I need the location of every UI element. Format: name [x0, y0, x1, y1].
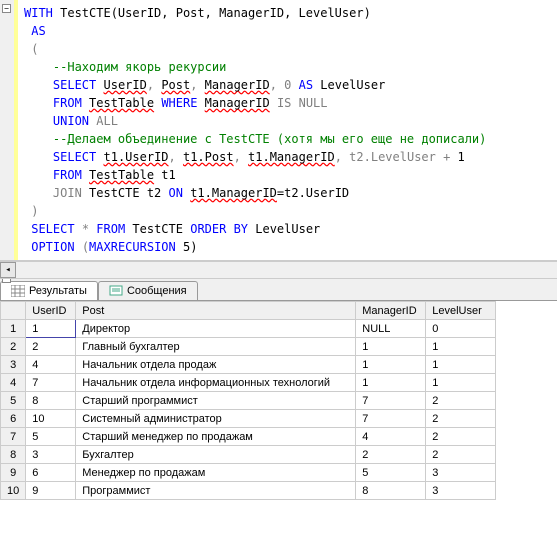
row-number[interactable]: 1	[1, 320, 26, 338]
cell-leveluser[interactable]: 1	[426, 338, 496, 356]
row-number[interactable]: 4	[1, 374, 26, 392]
cell-managerid[interactable]: 8	[356, 482, 426, 500]
cell-managerid[interactable]: 1	[356, 374, 426, 392]
row-number[interactable]: 6	[1, 410, 26, 428]
cell-userid[interactable]: 7	[26, 374, 76, 392]
tab-results[interactable]: Результаты	[0, 281, 98, 300]
cell-managerid[interactable]: 4	[356, 428, 426, 446]
table-row[interactable]: 610Системный администратор72	[1, 410, 496, 428]
cell-leveluser[interactable]: 2	[426, 446, 496, 464]
scroll-left-button[interactable]: ◂	[0, 262, 16, 278]
cell-leveluser[interactable]: 0	[426, 320, 496, 338]
header-row: UserID Post ManagerID LevelUser	[1, 302, 496, 320]
table-row[interactable]: 47Начальник отдела информационных технол…	[1, 374, 496, 392]
tab-label: Сообщения	[127, 285, 187, 297]
cell-leveluser[interactable]: 2	[426, 428, 496, 446]
results-grid[interactable]: UserID Post ManagerID LevelUser 11Директ…	[0, 301, 496, 500]
cell-post[interactable]: Менеджер по продажам	[76, 464, 356, 482]
cell-managerid[interactable]: 5	[356, 464, 426, 482]
col-header-userid[interactable]: UserID	[26, 302, 76, 320]
table-row[interactable]: 58Старший программист72	[1, 392, 496, 410]
col-header-leveluser[interactable]: LevelUser	[426, 302, 496, 320]
sql-editor[interactable]: − − WITH TestCTE(UserID, Post, ManagerID…	[0, 0, 557, 261]
tab-label: Результаты	[29, 285, 87, 297]
cell-post[interactable]: Директор	[76, 320, 356, 338]
cell-post[interactable]: Начальник отдела продаж	[76, 356, 356, 374]
cell-userid[interactable]: 3	[26, 446, 76, 464]
cell-userid[interactable]: 4	[26, 356, 76, 374]
cell-leveluser[interactable]: 1	[426, 374, 496, 392]
cell-userid[interactable]: 9	[26, 482, 76, 500]
cell-userid[interactable]: 1	[26, 320, 76, 338]
cell-post[interactable]: Начальник отдела информационных технолог…	[76, 374, 356, 392]
table-row[interactable]: 83Бухгалтер22	[1, 446, 496, 464]
results-tabstrip: Результаты Сообщения	[0, 279, 557, 301]
row-number[interactable]: 3	[1, 356, 26, 374]
cell-userid[interactable]: 5	[26, 428, 76, 446]
cell-post[interactable]: Бухгалтер	[76, 446, 356, 464]
cell-managerid[interactable]: 1	[356, 356, 426, 374]
cell-managerid[interactable]: 7	[356, 410, 426, 428]
cell-post[interactable]: Главный бухгалтер	[76, 338, 356, 356]
cell-leveluser[interactable]: 3	[426, 464, 496, 482]
code-area[interactable]: WITH TestCTE(UserID, Post, ManagerID, Le…	[18, 0, 492, 260]
tab-messages[interactable]: Сообщения	[98, 281, 198, 300]
col-header-post[interactable]: Post	[76, 302, 356, 320]
cell-managerid[interactable]: 7	[356, 392, 426, 410]
cell-post[interactable]: Старший менеджер по продажам	[76, 428, 356, 446]
fold-gutter: − −	[0, 0, 14, 260]
cell-post[interactable]: Системный администратор	[76, 410, 356, 428]
cell-leveluser[interactable]: 2	[426, 392, 496, 410]
row-number[interactable]: 8	[1, 446, 26, 464]
cell-managerid[interactable]: 1	[356, 338, 426, 356]
row-number[interactable]: 7	[1, 428, 26, 446]
cell-userid[interactable]: 8	[26, 392, 76, 410]
table-row[interactable]: 11ДиректорNULL0	[1, 320, 496, 338]
table-row[interactable]: 22Главный бухгалтер11	[1, 338, 496, 356]
table-row[interactable]: 34Начальник отдела продаж11	[1, 356, 496, 374]
row-number[interactable]: 10	[1, 482, 26, 500]
cell-post[interactable]: Старший программист	[76, 392, 356, 410]
message-icon	[109, 285, 123, 297]
grid-icon	[11, 285, 25, 297]
table-row[interactable]: 109Программист83	[1, 482, 496, 500]
horizontal-scrollbar[interactable]: ◂	[0, 261, 557, 279]
cell-leveluser[interactable]: 2	[426, 410, 496, 428]
fold-toggle[interactable]: −	[2, 4, 11, 13]
cell-leveluser[interactable]: 1	[426, 356, 496, 374]
cell-userid[interactable]: 6	[26, 464, 76, 482]
corner-cell	[1, 302, 26, 320]
cell-userid[interactable]: 10	[26, 410, 76, 428]
cell-managerid[interactable]: 2	[356, 446, 426, 464]
row-number[interactable]: 5	[1, 392, 26, 410]
row-number[interactable]: 2	[1, 338, 26, 356]
cell-managerid[interactable]: NULL	[356, 320, 426, 338]
col-header-managerid[interactable]: ManagerID	[356, 302, 426, 320]
cell-leveluser[interactable]: 3	[426, 482, 496, 500]
cell-post[interactable]: Программист	[76, 482, 356, 500]
cell-userid[interactable]: 2	[26, 338, 76, 356]
table-row[interactable]: 75Старший менеджер по продажам42	[1, 428, 496, 446]
table-row[interactable]: 96Менеджер по продажам53	[1, 464, 496, 482]
row-number[interactable]: 9	[1, 464, 26, 482]
